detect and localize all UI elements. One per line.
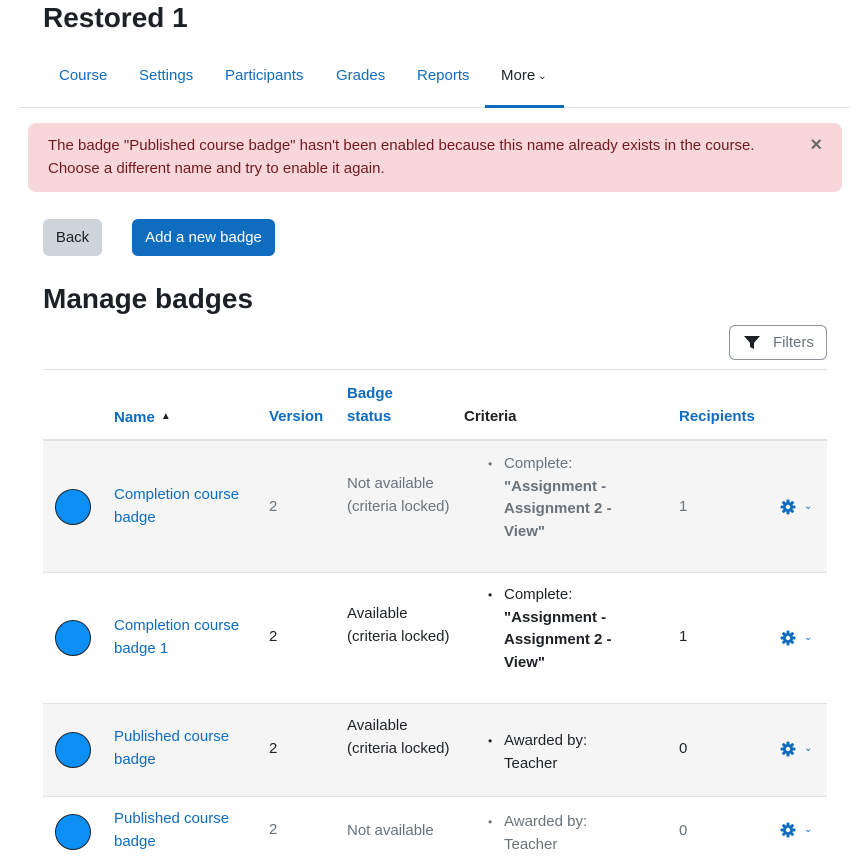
- chevron-down-icon: ⌄: [804, 824, 813, 835]
- badge-status: Not available (criteria locked): [347, 475, 450, 515]
- badge-recipients: 0: [679, 822, 688, 839]
- page-title: Restored 1: [43, 2, 188, 33]
- close-icon[interactable]: ×: [810, 133, 822, 157]
- nav-tab-grades[interactable]: Grades: [320, 52, 401, 108]
- table-header: Name ▲ Version Badge status Criteria Recip…: [43, 369, 827, 441]
- nav-tab-course[interactable]: Course: [43, 52, 123, 108]
- criteria-prefix: Complete:: [504, 586, 573, 603]
- bullet-icon: •: [488, 734, 493, 748]
- column-header-name-label: Name: [114, 409, 155, 426]
- criteria-activity: "Assignment - Assignment 2 - View": [504, 608, 612, 671]
- table-row: Completion course badge 1 2 Available (c…: [43, 573, 827, 704]
- criteria-activity: "Assignment - Assignment 2 - View": [504, 477, 612, 540]
- nav-tab-reports[interactable]: Reports: [401, 52, 486, 108]
- column-header-criteria: Criteria: [464, 408, 517, 425]
- badge-recipients: 1: [679, 498, 688, 515]
- badge-version: 2: [269, 821, 278, 838]
- column-header-recipients[interactable]: Recipients: [679, 405, 755, 428]
- bullet-icon: •: [488, 457, 493, 471]
- criteria-prefix: Complete:: [504, 455, 573, 472]
- nav-tab-more-label: More: [501, 67, 536, 84]
- sort-ascending-icon: ▲: [160, 411, 171, 422]
- column-header-status-line2: status: [347, 408, 392, 425]
- filters-button[interactable]: Filters: [729, 325, 827, 360]
- alert-message: The badge "Published course badge" hasn'…: [48, 137, 755, 177]
- column-header-name[interactable]: Name ▲: [114, 405, 171, 429]
- badge-image: [55, 732, 91, 768]
- badge-criteria: • Awarded by: Teacher: [487, 811, 637, 856]
- badge-status: Available (criteria locked): [347, 605, 450, 645]
- error-alert: The badge "Published course badge" hasn'…: [28, 123, 842, 192]
- badge-criteria: • Awarded by: Teacher: [487, 730, 637, 775]
- badge-name-link[interactable]: Published course badge: [114, 726, 259, 771]
- filters-label: Filters: [773, 334, 814, 351]
- nav-tab-participants[interactable]: Participants: [209, 52, 319, 108]
- bullet-icon: •: [488, 588, 493, 602]
- table-row: Published course badge 2 Not available •…: [43, 797, 827, 867]
- badge-recipients: 0: [679, 740, 688, 757]
- badge-name-link[interactable]: Completion course badge 1: [114, 615, 259, 660]
- section-title: Manage badges: [43, 283, 254, 314]
- chevron-down-icon: ⌄: [804, 501, 813, 512]
- badge-recipients: 1: [679, 628, 688, 645]
- badge-criteria: • Complete: "Assignment - Assignment 2 -…: [487, 584, 637, 674]
- filter-icon: [744, 336, 760, 349]
- badges-table: Name ▲ Version Badge status Criteria Recip…: [43, 369, 827, 867]
- badge-name-link[interactable]: Completion course badge: [114, 484, 259, 529]
- nav-tab-more[interactable]: More ⌄: [485, 52, 564, 108]
- gear-icon: [780, 741, 796, 757]
- badge-actions-menu[interactable]: ⌄: [780, 630, 820, 650]
- badge-criteria: • Complete: "Assignment - Assignment 2 -…: [487, 453, 637, 543]
- table-row: Published course badge 2 Available (crit…: [43, 704, 827, 797]
- gear-icon: [780, 499, 796, 515]
- table-row: Completion course badge 2 Not available …: [43, 441, 827, 573]
- add-badge-button[interactable]: Add a new badge: [132, 219, 275, 256]
- badge-version: 2: [269, 498, 278, 515]
- chevron-down-icon: ⌄: [538, 71, 547, 82]
- chevron-down-icon: ⌄: [804, 632, 813, 643]
- badge-actions-menu[interactable]: ⌄: [780, 499, 820, 519]
- badge-image: [55, 489, 91, 525]
- gear-icon: [780, 630, 796, 646]
- criteria-prefix: Awarded by: Teacher: [504, 813, 588, 853]
- chevron-down-icon: ⌄: [804, 743, 813, 754]
- column-header-version[interactable]: Version: [269, 405, 323, 428]
- column-header-status[interactable]: Badge status: [347, 382, 393, 428]
- secondary-navigation: Course Settings Participants Grades Repo…: [19, 52, 850, 108]
- criteria-prefix: Awarded by: Teacher: [504, 732, 588, 772]
- back-button[interactable]: Back: [43, 219, 102, 256]
- badge-actions-menu[interactable]: ⌄: [780, 741, 820, 761]
- badge-image: [55, 814, 91, 850]
- badge-version: 2: [269, 740, 278, 757]
- badge-status: Not available: [347, 822, 434, 839]
- nav-tab-settings[interactable]: Settings: [123, 52, 209, 108]
- gear-icon: [780, 822, 796, 838]
- column-header-status-line1: Badge: [347, 385, 393, 402]
- badge-actions-menu[interactable]: ⌄: [780, 822, 820, 842]
- bullet-icon: •: [488, 815, 493, 829]
- badge-image: [55, 620, 91, 656]
- badge-version: 2: [269, 628, 278, 645]
- badge-status: Available (criteria locked): [347, 717, 450, 757]
- badge-name-link[interactable]: Published course badge: [114, 808, 259, 853]
